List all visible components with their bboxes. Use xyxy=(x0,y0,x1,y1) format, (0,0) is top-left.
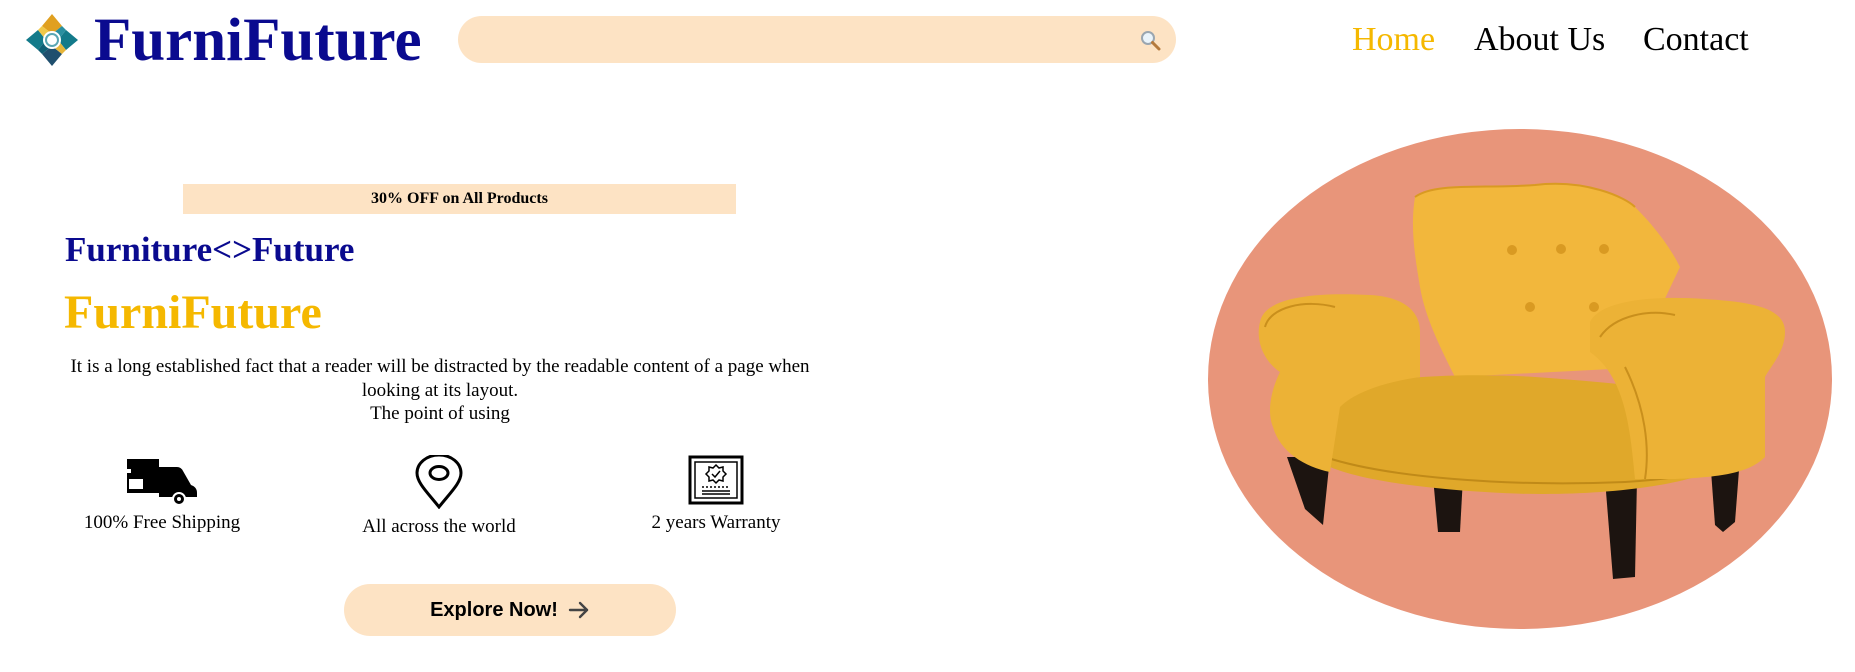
promo-banner: 30% OFF on All Products xyxy=(183,184,736,214)
map-pin-icon xyxy=(415,455,463,509)
armchair-image xyxy=(1208,129,1832,629)
search-input[interactable] xyxy=(458,16,1176,63)
description-line: The point of using xyxy=(370,403,510,424)
brand-name[interactable]: FurniFuture xyxy=(94,6,422,76)
feature-free-shipping: 100% Free Shipping xyxy=(52,455,272,535)
diamond-logo-icon[interactable] xyxy=(24,12,80,68)
search-icon[interactable] xyxy=(1138,28,1162,52)
description-line: looking at its layout. xyxy=(361,379,519,401)
hero-description: It is a long established fact that a rea… xyxy=(30,355,850,426)
arrow-right-icon xyxy=(568,601,589,619)
hero-brand: FurniFuture xyxy=(64,286,322,339)
certificate-icon xyxy=(688,455,744,505)
explore-now-button[interactable]: Explore Now! xyxy=(344,584,676,636)
nav-about-us[interactable]: About Us xyxy=(1474,18,1605,62)
feature-worldwide: All across the world xyxy=(329,455,549,539)
explore-now-label: Explore Now! xyxy=(430,598,558,621)
tagline: Furniture<>Future xyxy=(65,230,355,269)
feature-label: All across the world xyxy=(362,516,516,537)
nav-home[interactable]: Home xyxy=(1352,18,1435,62)
feature-label: 2 years Warranty xyxy=(651,512,781,533)
truck-icon xyxy=(125,459,197,505)
feature-warranty: 2 years Warranty xyxy=(606,455,826,535)
description-line: It is a long established fact that a rea… xyxy=(70,356,810,377)
nav-contact[interactable]: Contact xyxy=(1643,18,1749,62)
feature-label: 100% Free Shipping xyxy=(83,512,241,533)
